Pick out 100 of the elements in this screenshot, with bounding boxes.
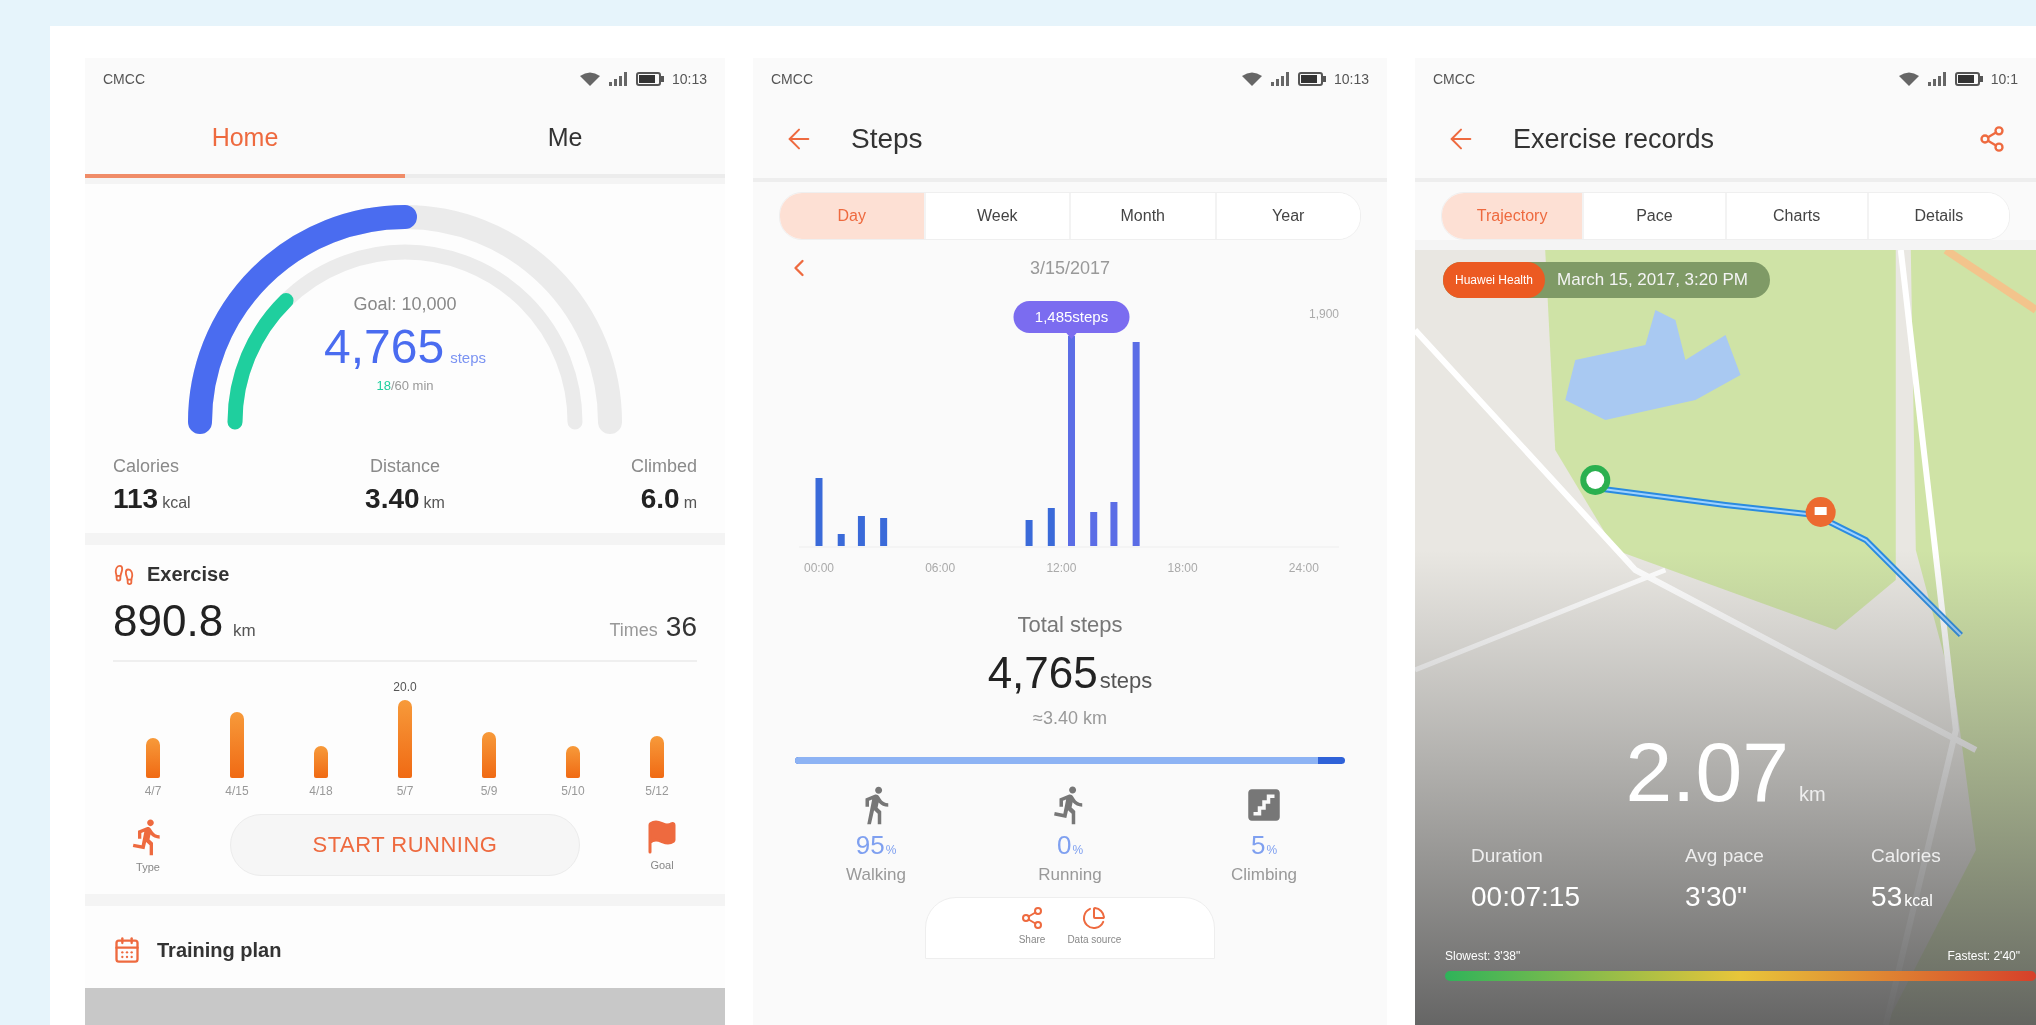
section-title: Exercise xyxy=(147,563,230,586)
metric-value: 3'30" xyxy=(1685,881,1748,913)
view-tab[interactable]: Details xyxy=(1866,193,2009,239)
steps-value: 4,765 xyxy=(324,319,445,374)
section-title: Training plan xyxy=(157,938,282,962)
axis-label: 12:00 xyxy=(1046,561,1077,575)
metric-value: 00:07:15 xyxy=(1471,881,1580,913)
bar xyxy=(837,534,845,546)
battery-icon xyxy=(635,72,664,86)
period-tab[interactable]: Year xyxy=(1214,193,1360,239)
signal-icon xyxy=(607,72,628,86)
percent-unit: % xyxy=(885,843,897,857)
share-icon xyxy=(1020,906,1045,930)
bar xyxy=(815,478,823,546)
goal-label: Goal xyxy=(650,859,674,871)
pie-chart-icon xyxy=(1082,906,1107,930)
stat-value: 3.40 xyxy=(365,483,420,515)
battery-icon xyxy=(1297,72,1326,86)
bar xyxy=(857,516,865,546)
metric-value: 53 xyxy=(1871,881,1903,913)
stat-unit: km xyxy=(423,494,445,512)
wifi-icon xyxy=(1898,72,1919,86)
record-date: March 15, 2017, 3:20 PM xyxy=(1556,270,1749,290)
screen-title: Steps xyxy=(851,123,923,155)
metric-label: Calories xyxy=(1871,845,1942,867)
stat-label: Distance xyxy=(369,456,440,477)
axis-label: 18:00 xyxy=(1167,561,1198,575)
bar xyxy=(482,732,496,778)
bar-date-label: 4/7 xyxy=(144,784,162,798)
share-icon[interactable] xyxy=(1978,125,2006,153)
bar xyxy=(650,736,664,778)
bar-date-label: 5/9 xyxy=(480,784,498,798)
shoe-icon xyxy=(113,563,135,586)
wifi-icon xyxy=(579,72,600,86)
axis-max-label: 1,900 xyxy=(1308,307,1339,321)
bar xyxy=(1090,512,1098,546)
stat-unit: kcal xyxy=(162,494,191,512)
distance-estimate: ≈3.40 km xyxy=(1033,708,1107,729)
distance-unit: km xyxy=(233,621,256,641)
stat-value: 113 xyxy=(113,483,159,515)
steps-unit: steps xyxy=(450,349,486,366)
bar-date-label: 5/10 xyxy=(561,784,585,798)
stat-unit: m xyxy=(683,494,697,512)
activity-label: Running xyxy=(1038,865,1102,885)
total-distance: 890.8 xyxy=(113,596,224,646)
total-steps-value: 4,765 xyxy=(987,648,1098,698)
start-pin-icon xyxy=(1580,465,1611,495)
bar-date-label: 5/12 xyxy=(645,784,669,798)
bar-date-label: 5/7 xyxy=(396,784,414,798)
goal-label: Goal: 10,000 xyxy=(353,294,457,315)
tab[interactable]: Me xyxy=(405,100,725,178)
steps-tooltip: 1,485steps xyxy=(1013,301,1130,339)
fastest-pace: Fastest: 2'40" xyxy=(1947,949,2020,963)
bar-date-label: 4/15 xyxy=(225,784,249,798)
times-value: 36 xyxy=(665,611,697,643)
stat-value: 6.0 xyxy=(640,483,680,515)
bar xyxy=(1047,508,1055,546)
route-distance-unit: km xyxy=(1798,783,1826,806)
clock-time: 10:1 xyxy=(1990,71,2018,87)
axis-label: 00:00 xyxy=(804,561,834,575)
bar-value-label: 20.0 xyxy=(393,680,417,694)
type-label: Type xyxy=(136,861,160,873)
bar xyxy=(314,746,328,778)
signal-icon xyxy=(1926,72,1947,86)
activity-label: Walking xyxy=(846,865,906,885)
stat-label: Climbed xyxy=(630,456,697,477)
clock-time: 10:13 xyxy=(1333,71,1369,87)
carrier-label: CMCC xyxy=(1433,71,1475,87)
metric-label: Avg pace xyxy=(1685,845,1765,867)
percent-unit: % xyxy=(1072,843,1084,857)
date-label: 3/15/2017 xyxy=(1029,257,1111,279)
axis-label: 24:00 xyxy=(1288,561,1319,575)
times-label: Times xyxy=(609,620,658,641)
share-button[interactable]: Share xyxy=(1018,906,1046,958)
signal-icon xyxy=(1269,72,1290,86)
calendar-icon xyxy=(113,936,141,964)
total-steps-label: Total steps xyxy=(1017,612,1123,638)
screen-title: Exercise records xyxy=(1513,123,1715,155)
stat-label: Calories xyxy=(113,456,180,477)
activity-label: Climbing xyxy=(1230,865,1298,885)
carrier-label: CMCC xyxy=(103,71,145,87)
wifi-icon xyxy=(1241,72,1262,86)
clock-time: 10:13 xyxy=(671,71,707,87)
route-distance: 2.07 xyxy=(1625,724,1789,821)
data-source-button[interactable]: Data source xyxy=(1067,906,1122,958)
minutes-goal: /60 min xyxy=(390,378,434,393)
bar-date-label: 4/18 xyxy=(309,784,333,798)
bar xyxy=(146,738,160,778)
activity-percent: 5 xyxy=(1250,830,1266,861)
metric-label: Duration xyxy=(1471,845,1544,867)
axis-label: 06:00 xyxy=(925,561,956,575)
bar xyxy=(880,518,888,546)
activity-percent: 95 xyxy=(855,830,885,861)
bar xyxy=(230,712,244,778)
metric-unit: kcal xyxy=(1904,892,1933,910)
end-pin-icon xyxy=(1805,497,1836,527)
slowest-pace: Slowest: 3'38" xyxy=(1445,949,1521,963)
carrier-label: CMCC xyxy=(771,71,813,87)
activity-percent: 0 xyxy=(1056,830,1072,861)
bar xyxy=(566,746,580,778)
